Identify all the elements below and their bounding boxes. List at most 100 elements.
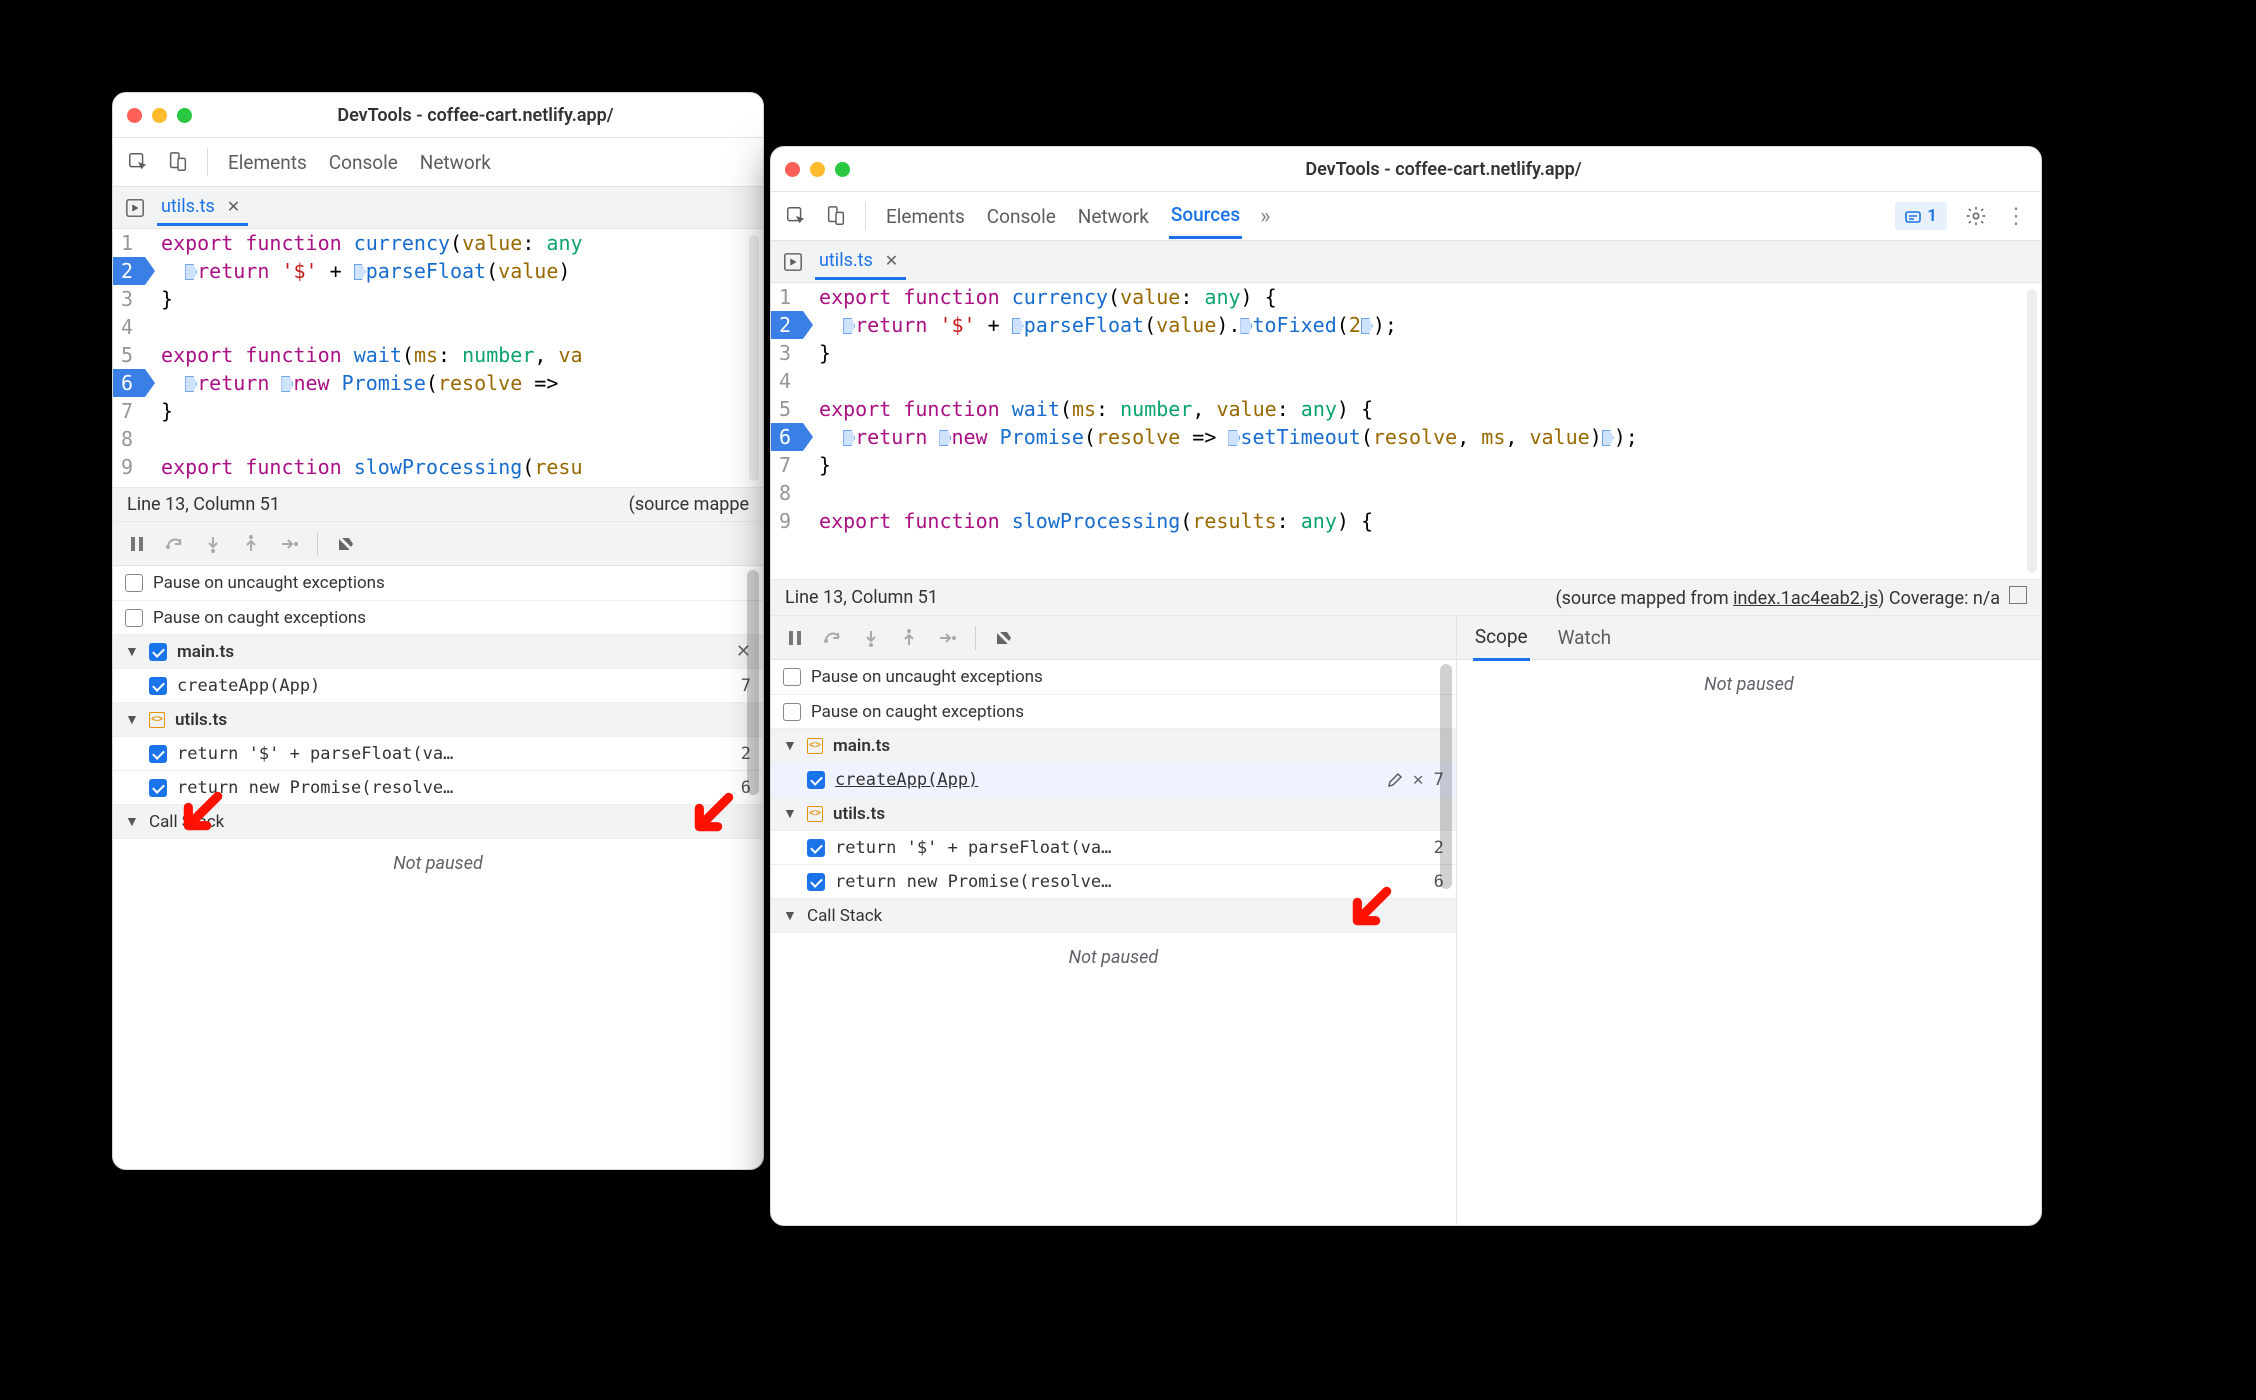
close-file-tab-icon[interactable]: ✕ bbox=[223, 197, 244, 216]
bp-parsefloat-checkbox[interactable] bbox=[807, 839, 825, 857]
pause-uncaught-checkbox[interactable] bbox=[783, 668, 801, 686]
breakpoint-group-utils[interactable]: ▼ <> utils.ts bbox=[113, 702, 763, 736]
tab-sources[interactable]: Sources bbox=[1169, 193, 1242, 239]
code-editor[interactable]: 1 2 3 4 5 6 7 8 9 export function curren… bbox=[771, 283, 2041, 579]
step-icon[interactable] bbox=[937, 628, 957, 648]
minimize-window-button[interactable] bbox=[810, 162, 825, 177]
bp-createapp-checkbox[interactable] bbox=[149, 677, 167, 695]
deactivate-breakpoints-icon[interactable] bbox=[994, 628, 1014, 648]
tab-network[interactable]: Network bbox=[418, 141, 493, 184]
bp-createapp-checkbox[interactable] bbox=[807, 771, 825, 789]
issues-count: 1 bbox=[1927, 206, 1937, 226]
remove-breakpoint-icon[interactable]: ✕ bbox=[1413, 769, 1424, 790]
pause-caught-checkbox[interactable] bbox=[783, 703, 801, 721]
tab-elements[interactable]: Elements bbox=[226, 141, 309, 184]
close-window-button[interactable] bbox=[785, 162, 800, 177]
tab-elements[interactable]: Elements bbox=[884, 195, 967, 238]
editor-scrollbar[interactable] bbox=[2027, 289, 2037, 573]
breakpoint-item-parsefloat[interactable]: return '$' + parseFloat(va… 2 bbox=[113, 736, 763, 770]
tab-network[interactable]: Network bbox=[1076, 195, 1151, 238]
breakpoint-line-6[interactable]: 6 bbox=[771, 423, 803, 451]
devtools-window-b: DevTools - coffee-cart.netlify.app/ Elem… bbox=[770, 146, 2042, 1226]
device-toggle-icon[interactable] bbox=[825, 205, 847, 227]
debugger-toolbar bbox=[113, 522, 763, 566]
breakpoint-line-6[interactable]: 6 bbox=[113, 369, 145, 397]
cursor-position: Line 13, Column 51 bbox=[785, 587, 938, 608]
step-out-icon[interactable] bbox=[899, 628, 919, 648]
file-tab-utils[interactable]: utils.ts ✕ bbox=[815, 244, 906, 280]
kebab-menu-icon[interactable]: ⋮ bbox=[2005, 204, 2027, 229]
close-window-button[interactable] bbox=[127, 108, 142, 123]
bp-promise-checkbox[interactable] bbox=[807, 873, 825, 891]
breakpoint-group-main[interactable]: ▼ <> main.ts bbox=[771, 728, 1456, 762]
debugger-pane: Pause on uncaught exceptions Pause on ca… bbox=[771, 616, 2041, 1225]
edit-breakpoint-icon[interactable] bbox=[1387, 772, 1403, 788]
window-controls[interactable] bbox=[127, 108, 192, 123]
bp-parsefloat-checkbox[interactable] bbox=[149, 745, 167, 763]
breakpoint-item-createapp[interactable]: createApp(App) ✕ 7 bbox=[771, 762, 1456, 796]
step-into-icon[interactable] bbox=[203, 534, 223, 554]
pause-caught-checkbox[interactable] bbox=[125, 609, 143, 627]
ts-file-icon: <> bbox=[807, 738, 823, 754]
titlebar[interactable]: DevTools - coffee-cart.netlify.app/ bbox=[771, 147, 2041, 191]
code-body[interactable]: export function currency(value: any retu… bbox=[145, 229, 583, 487]
group-main-checkbox[interactable] bbox=[149, 643, 167, 661]
inspect-element-icon[interactable] bbox=[127, 151, 149, 173]
device-toggle-icon[interactable] bbox=[167, 151, 189, 173]
bp-promise-checkbox[interactable] bbox=[149, 779, 167, 797]
step-icon[interactable] bbox=[279, 534, 299, 554]
titlebar[interactable]: DevTools - coffee-cart.netlify.app/ bbox=[113, 93, 763, 137]
code-editor[interactable]: 1 2 3 4 5 6 7 8 9 export function curren… bbox=[113, 229, 763, 487]
breakpoint-item-createapp[interactable]: createApp(App) 7 bbox=[113, 668, 763, 702]
tab-scope[interactable]: Scope bbox=[1473, 615, 1530, 661]
pane-scrollbar[interactable] bbox=[1440, 664, 1452, 889]
tab-watch[interactable]: Watch bbox=[1558, 626, 1612, 649]
debugger-toolbar bbox=[771, 616, 1456, 660]
pause-icon[interactable] bbox=[127, 534, 147, 554]
inspect-element-icon[interactable] bbox=[785, 205, 807, 227]
more-tabs-icon[interactable]: » bbox=[1260, 204, 1270, 229]
source-mapped-text: (source mappe bbox=[629, 494, 749, 515]
issues-badge[interactable]: 1 bbox=[1895, 202, 1947, 230]
navigator-toggle-icon[interactable] bbox=[783, 252, 803, 272]
disclosure-triangle-icon[interactable]: ▼ bbox=[125, 643, 139, 660]
breakpoints-pane: Pause on uncaught exceptions Pause on ca… bbox=[771, 660, 1456, 982]
coverage-toggle-icon[interactable] bbox=[2009, 586, 2027, 604]
disclosure-triangle-icon[interactable]: ▼ bbox=[783, 805, 797, 822]
line-gutter[interactable]: 1 2 3 4 5 6 7 8 9 bbox=[771, 283, 803, 579]
breakpoint-group-main[interactable]: ▼ main.ts ✕ bbox=[113, 634, 763, 668]
editor-scrollbar[interactable] bbox=[749, 235, 759, 481]
pause-icon[interactable] bbox=[785, 628, 805, 648]
minimize-window-button[interactable] bbox=[152, 108, 167, 123]
file-tab-utils[interactable]: utils.ts ✕ bbox=[157, 190, 248, 226]
disclosure-triangle-icon[interactable]: ▼ bbox=[783, 907, 797, 924]
line-gutter[interactable]: 1 2 3 4 5 6 7 8 9 bbox=[113, 229, 145, 487]
file-tab-label: utils.ts bbox=[819, 250, 873, 271]
fullscreen-window-button[interactable] bbox=[177, 108, 192, 123]
pause-uncaught-checkbox[interactable] bbox=[125, 574, 143, 592]
close-file-tab-icon[interactable]: ✕ bbox=[881, 251, 902, 270]
step-out-icon[interactable] bbox=[241, 534, 261, 554]
breakpoint-line-2[interactable]: 2 bbox=[113, 257, 145, 285]
issues-icon bbox=[1905, 208, 1921, 224]
breakpoint-line-2[interactable]: 2 bbox=[771, 311, 803, 339]
step-into-icon[interactable] bbox=[861, 628, 881, 648]
settings-gear-icon[interactable] bbox=[1965, 205, 1987, 227]
window-controls[interactable] bbox=[785, 162, 850, 177]
deactivate-breakpoints-icon[interactable] bbox=[336, 534, 356, 554]
disclosure-triangle-icon[interactable]: ▼ bbox=[125, 711, 139, 728]
step-over-icon[interactable] bbox=[165, 534, 185, 554]
cursor-position: Line 13, Column 51 bbox=[127, 494, 280, 515]
window-title: DevTools - coffee-cart.netlify.app/ bbox=[202, 105, 749, 126]
code-body[interactable]: export function currency(value: any) { r… bbox=[803, 283, 1638, 579]
navigator-toggle-icon[interactable] bbox=[125, 198, 145, 218]
breakpoint-group-utils[interactable]: ▼ <> utils.ts bbox=[771, 796, 1456, 830]
disclosure-triangle-icon[interactable]: ▼ bbox=[783, 737, 797, 754]
breakpoint-item-parsefloat[interactable]: return '$' + parseFloat(va… 2 bbox=[771, 830, 1456, 864]
step-over-icon[interactable] bbox=[823, 628, 843, 648]
tab-console[interactable]: Console bbox=[985, 195, 1058, 238]
tab-console[interactable]: Console bbox=[327, 141, 400, 184]
disclosure-triangle-icon[interactable]: ▼ bbox=[125, 813, 139, 830]
fullscreen-window-button[interactable] bbox=[835, 162, 850, 177]
pane-scrollbar[interactable] bbox=[747, 570, 759, 795]
